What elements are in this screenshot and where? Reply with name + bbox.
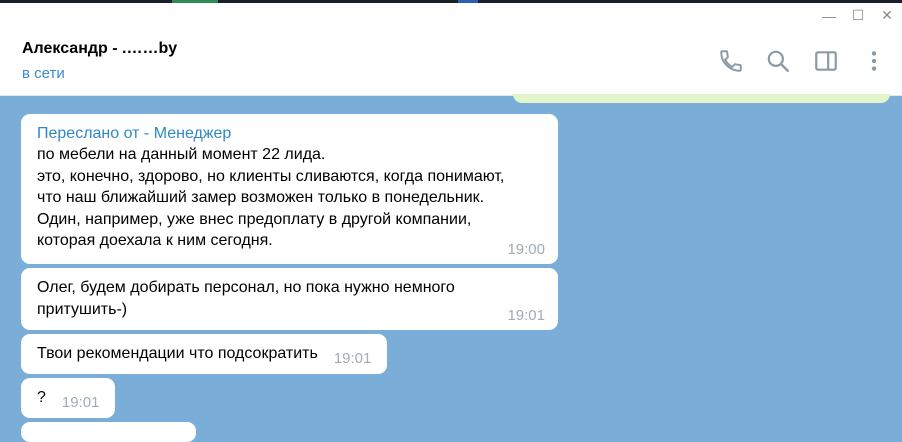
message-bubble-partial[interactable]: [21, 422, 196, 442]
window-titlebar: — ☐ ✕: [0, 3, 902, 28]
message-time: 19:00: [507, 241, 545, 258]
phone-icon[interactable]: [718, 48, 744, 74]
message-time: 19:01: [61, 393, 100, 411]
message-list[interactable]: Переслано от - Менеджер по мебели на дан…: [0, 94, 902, 442]
chat-header: Александр - .……by в сети: [0, 28, 902, 96]
message-time: 19:01: [333, 349, 372, 367]
message-bubble[interactable]: Твои рекомендации что подсократить 19:01: [21, 334, 388, 374]
chat-title[interactable]: Александр - .……by: [22, 40, 177, 58]
message-text: ?: [37, 389, 46, 406]
more-vertical-icon[interactable]: [861, 48, 887, 74]
message-bubble[interactable]: Переслано от - Менеджер по мебели на дан…: [21, 114, 558, 264]
minimize-button[interactable]: —: [816, 3, 842, 28]
message-time: 19:01: [507, 307, 545, 324]
maximize-button[interactable]: ☐: [845, 3, 871, 28]
online-status: в сети: [22, 65, 65, 82]
search-icon[interactable]: [765, 48, 791, 74]
message-text: Твои рекомендации что подсократить: [37, 345, 318, 362]
message-bubble[interactable]: Олег, будем добирать персонал, но пока н…: [21, 268, 558, 330]
sidebar-toggle-icon[interactable]: [813, 48, 839, 74]
message-text: Олег, будем добирать персонал, но пока н…: [37, 279, 455, 318]
forwarded-from-label[interactable]: Переслано от - Менеджер: [37, 123, 542, 144]
outgoing-message-partial[interactable]: [513, 94, 890, 103]
close-button[interactable]: ✕: [874, 3, 900, 28]
message-text: по мебели на данный момент 22 лида. это,…: [37, 146, 505, 249]
message-bubble[interactable]: ? 19:01: [21, 378, 116, 418]
